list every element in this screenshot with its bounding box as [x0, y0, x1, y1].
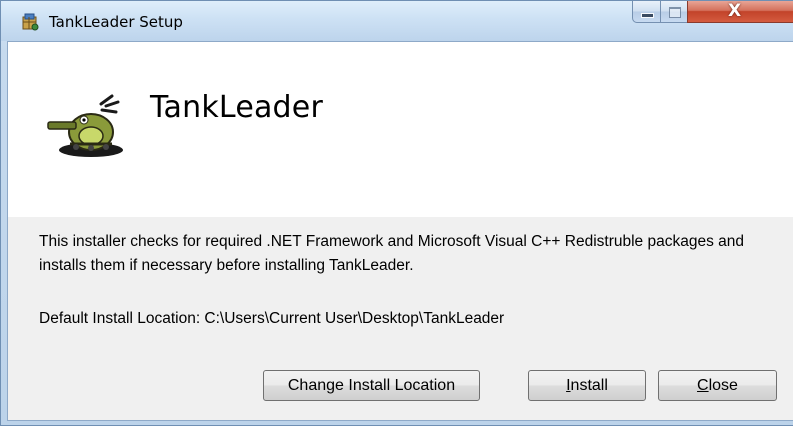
installer-window: TankLeader Setup X TankLeader This insta…: [0, 0, 793, 426]
install-location-text: Default Install Location: C:\Users\Curre…: [39, 310, 505, 327]
close-button[interactable]: Close: [658, 370, 777, 401]
installer-description: This installer checks for required .NET …: [39, 233, 744, 274]
maximize-icon: [669, 7, 681, 18]
close-icon: X: [728, 1, 742, 21]
dialog-client-area: TankLeader This installer checks for req…: [7, 41, 793, 421]
title-bar[interactable]: TankLeader Setup X: [1, 1, 793, 41]
close-mnemonic: C: [697, 376, 709, 394]
installer-icon: [22, 13, 39, 31]
close-label-rest: lose: [708, 376, 738, 394]
caption-buttons: X: [632, 1, 793, 25]
install-button[interactable]: Install: [528, 370, 646, 401]
change-install-location-button[interactable]: Change Install Location: [263, 370, 480, 401]
install-label-rest: nstall: [570, 376, 608, 394]
minimize-icon: [642, 14, 653, 17]
banner: TankLeader: [8, 42, 793, 217]
minimize-button[interactable]: [632, 1, 661, 23]
close-label: Close: [697, 377, 738, 395]
install-label: Install: [566, 377, 608, 395]
window-title: TankLeader Setup: [49, 13, 183, 31]
maximize-button: [660, 1, 688, 23]
tank-logo: [47, 94, 123, 157]
close-window-button[interactable]: X: [687, 1, 793, 23]
change-install-location-label: Change Install Location: [287, 376, 456, 394]
product-name: TankLeader: [150, 90, 323, 125]
